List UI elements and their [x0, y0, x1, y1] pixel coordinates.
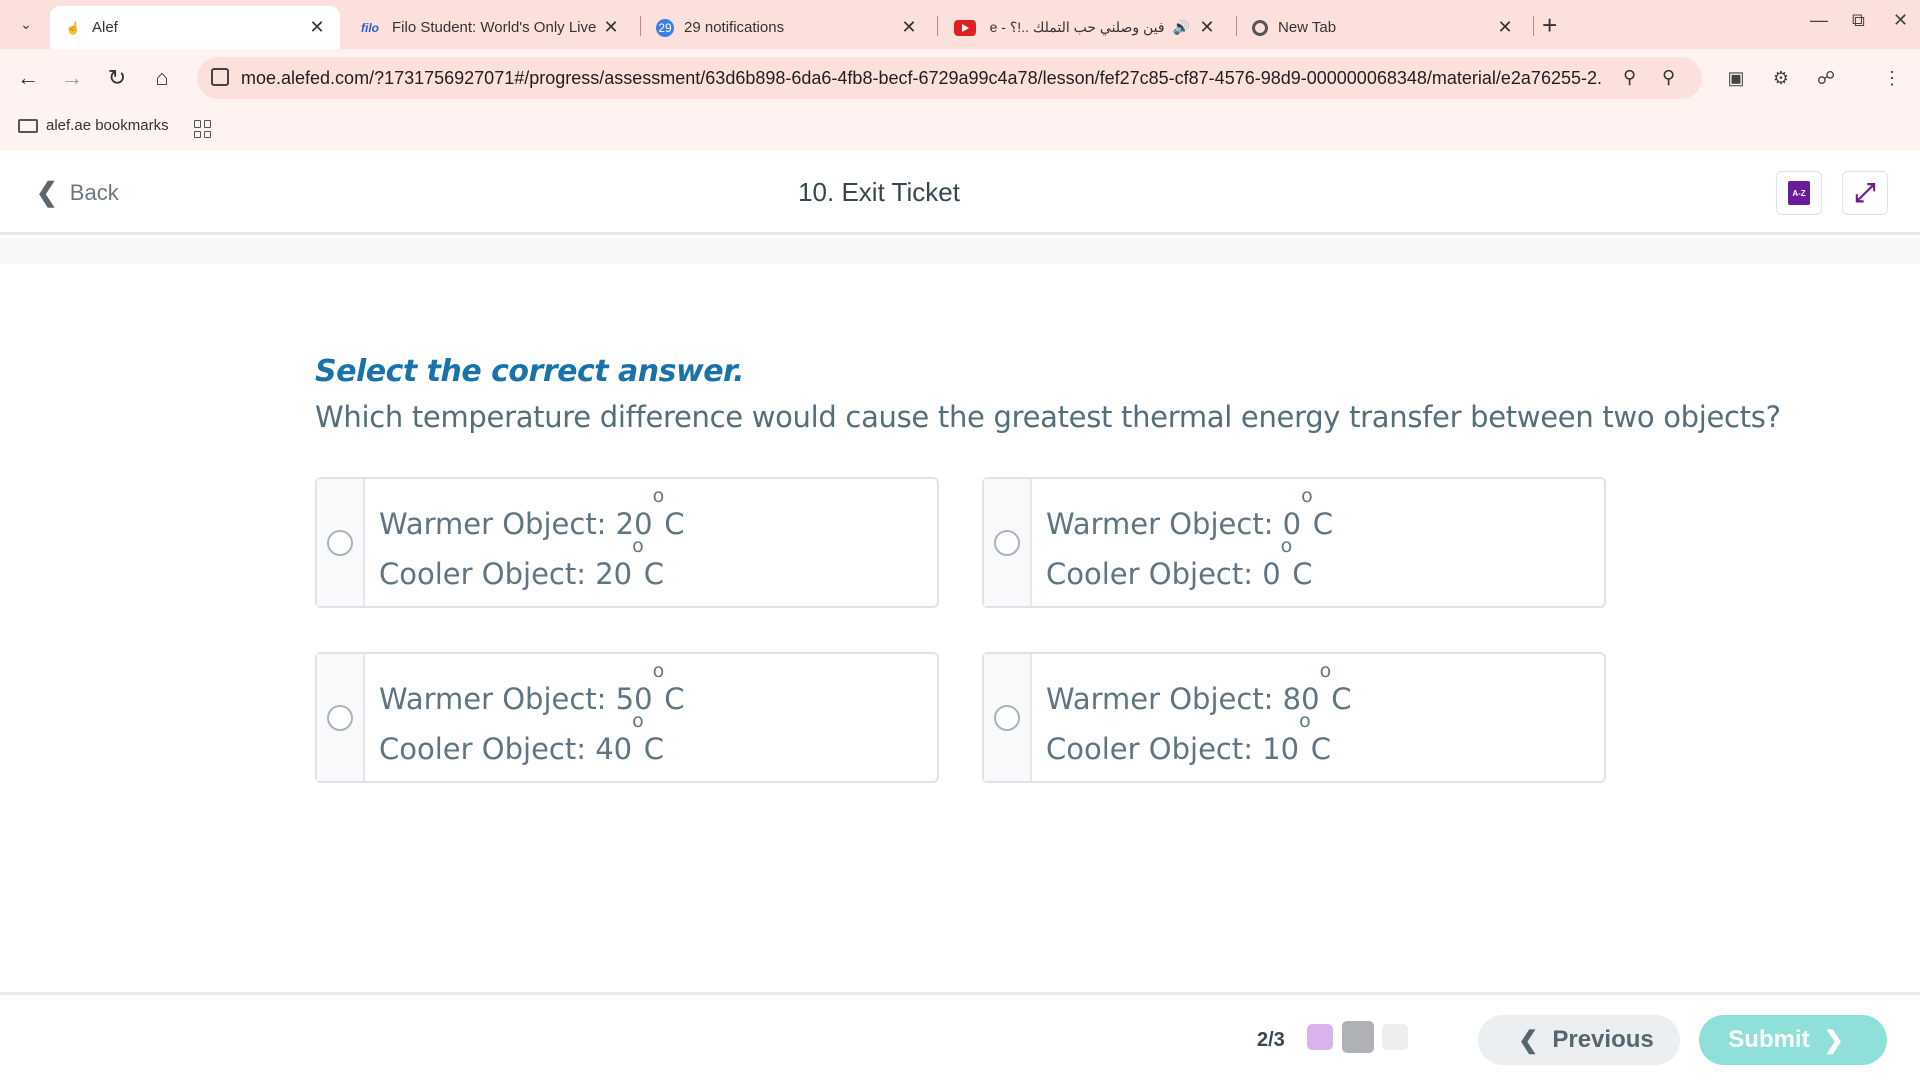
tab-title: New Tab — [1278, 19, 1337, 36]
location-pin-icon[interactable]: ⚲ — [1623, 67, 1636, 88]
tab-title: Alef — [92, 19, 118, 36]
window-close-icon[interactable]: ✕ — [1893, 10, 1908, 31]
url-text[interactable]: moe.alefed.com/?1731756927071#/progress/… — [241, 68, 1601, 89]
home-icon[interactable]: ⌂ — [146, 62, 178, 94]
tab-filo[interactable]: filo Filo Student: World's Only Live ✕ — [344, 6, 634, 49]
tab-new-tab[interactable]: New Tab ✕ — [1238, 6, 1528, 49]
radio-column — [317, 479, 365, 606]
progress-dot-3[interactable] — [1382, 1024, 1408, 1050]
tab-title: Filo Student: World's Only Live — [392, 19, 597, 36]
submit-label: Submit — [1728, 1026, 1810, 1053]
expand-icon: ⤢ — [1854, 177, 1876, 207]
tab-separator — [640, 16, 641, 36]
minimize-icon[interactable]: — — [1810, 10, 1828, 31]
folder-icon — [18, 118, 38, 133]
option-text: Warmer Object: 20 o C Cooler Object: 20 o C — [365, 479, 684, 606]
filo-favicon-icon: filo — [361, 20, 379, 35]
assessment-footer: 2/3 ❮ Previous Submit ❯ — [0, 992, 1920, 1080]
tab-alef[interactable]: ☝ Alef ✕ — [50, 6, 340, 49]
tab-notifications[interactable]: 29 29 notifications ✕ — [642, 6, 932, 49]
option-text: Warmer Object: 80 o C Cooler Object: 10 o C — [1032, 654, 1351, 781]
back-arrow-icon[interactable]: ← — [12, 62, 44, 94]
radio-button[interactable] — [994, 529, 1020, 556]
answer-option-3[interactable]: Warmer Object: 50 o C Cooler Object: 40 o C — [315, 652, 939, 783]
site-info-icon[interactable] — [211, 68, 229, 86]
close-icon[interactable]: ✕ — [308, 17, 326, 38]
fullscreen-button[interactable]: ⤢ — [1842, 171, 1888, 215]
tab-title: 29 notifications — [684, 19, 785, 36]
browser-tab-strip: ⌄ ☝ Alef ✕ filo Filo Student: World's On… — [0, 0, 1920, 49]
radio-button[interactable] — [994, 704, 1020, 731]
page-title: 10. Exit Ticket — [798, 177, 960, 207]
close-icon[interactable]: ✕ — [1496, 17, 1514, 38]
glossary-button[interactable]: A-Z — [1776, 171, 1822, 215]
cooler-object-line: Cooler Object: 20 o C — [379, 535, 664, 592]
zoom-icon[interactable]: ⚲ — [1662, 67, 1675, 88]
answer-option-1[interactable]: Warmer Object: 20 o C Cooler Object: 20 o C — [315, 477, 939, 608]
chevron-left-icon: ❮ — [1518, 1026, 1539, 1054]
tab-separator — [1236, 16, 1237, 36]
cooler-object-line: Cooler Object: 40 o C — [379, 710, 664, 767]
browser-toolbar: ← → ↻ ⌂ moe.alefed.com/?1731756927071#/p… — [0, 49, 1920, 107]
answer-option-4[interactable]: Warmer Object: 80 o C Cooler Object: 10 o C — [982, 652, 1606, 783]
submit-button[interactable]: Submit ❯ — [1699, 1015, 1887, 1065]
extensions-icon[interactable]: ☍ — [1812, 64, 1840, 92]
lesson-header: ❮ Back 10. Exit Ticket A-Z ⤢ — [0, 151, 1920, 235]
answer-option-2[interactable]: Warmer Object: 0oC Cooler Object: 0oC — [982, 477, 1606, 608]
radio-column — [317, 654, 365, 781]
previous-button[interactable]: ❮ Previous — [1478, 1015, 1680, 1065]
tab-separator — [1533, 16, 1534, 36]
bookmark-label: alef.ae bookmarks — [46, 117, 169, 134]
tab-search-button[interactable]: ⌄ — [10, 8, 42, 40]
close-icon[interactable]: ✕ — [900, 17, 918, 38]
option-text: Warmer Object: 0oC Cooler Object: 0oC — [1032, 479, 1333, 606]
glossary-book-icon: A-Z — [1788, 181, 1810, 205]
header-shadow-strip — [0, 238, 1920, 264]
cooler-object-line: Cooler Object: 0oC — [1046, 535, 1313, 592]
cast-icon[interactable]: ▣ — [1722, 64, 1750, 92]
option-text: Warmer Object: 50 o C Cooler Object: 40 o C — [365, 654, 684, 781]
tab-title: فين وصلني حب التملك ..!؟ - e — [989, 19, 1165, 35]
question-prompt: Which temperature difference would cause… — [315, 400, 1781, 434]
progress-dot-1[interactable] — [1307, 1024, 1333, 1050]
alef-favicon-icon: ☝ — [65, 20, 81, 35]
radio-button[interactable] — [327, 529, 353, 556]
question-progress: 2/3 — [1257, 1029, 1285, 1051]
radio-column — [984, 654, 1032, 781]
chrome-icon — [1252, 19, 1268, 36]
close-icon[interactable]: ✕ — [602, 17, 620, 38]
bookmarks-bar: alef.ae bookmarks — [0, 107, 1920, 151]
question-instruction: Select the correct answer. — [315, 354, 744, 389]
radio-column — [984, 479, 1032, 606]
notification-badge-icon: 29 — [656, 18, 674, 37]
chevron-down-icon: ⌄ — [20, 15, 32, 32]
chevron-right-icon: ❯ — [1823, 1026, 1844, 1054]
progress-dot-2[interactable] — [1342, 1021, 1374, 1053]
extension-puzzle-gear-icon[interactable]: ⚙ — [1767, 64, 1795, 92]
restore-icon[interactable]: ⧉ — [1852, 10, 1865, 31]
new-tab-plus-icon[interactable]: + — [1542, 10, 1557, 41]
bookmark-folder[interactable]: alef.ae bookmarks — [18, 117, 169, 134]
apps-grid-icon[interactable] — [194, 120, 212, 138]
cooler-object-line: Cooler Object: 10 o C — [1046, 710, 1331, 767]
radio-button[interactable] — [327, 704, 353, 731]
address-bar[interactable]: moe.alefed.com/?1731756927071#/progress/… — [197, 57, 1702, 99]
previous-label: Previous — [1552, 1026, 1654, 1053]
speaker-icon[interactable]: 🔊 — [1173, 19, 1190, 36]
reload-icon[interactable]: ↻ — [101, 62, 133, 94]
youtube-favicon-icon — [954, 19, 976, 36]
tab-separator — [937, 16, 938, 36]
close-icon[interactable]: ✕ — [1198, 17, 1216, 38]
forward-arrow-icon[interactable]: → — [56, 62, 88, 94]
browser-menu-icon[interactable]: ⋮ — [1878, 64, 1906, 92]
tab-youtube[interactable]: فين وصلني حب التملك ..!؟ - e 🔊 ✕ — [940, 6, 1230, 49]
